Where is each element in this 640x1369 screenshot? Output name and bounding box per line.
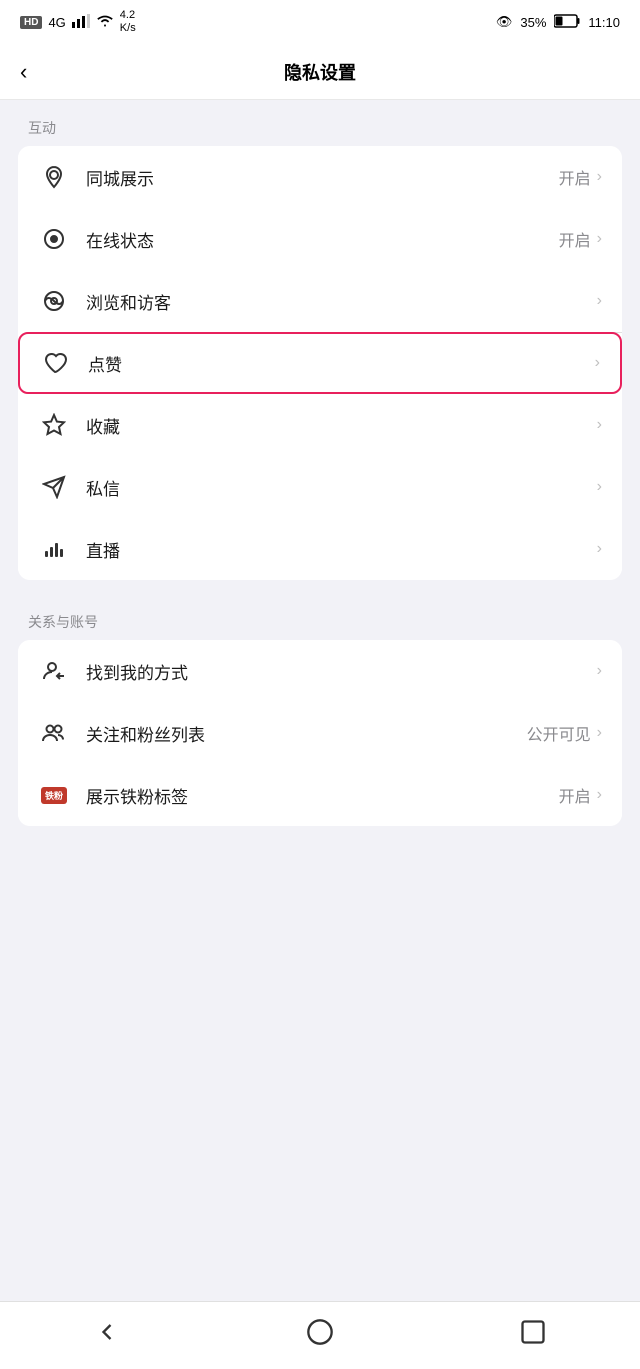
section-label-account: 关系与账号	[0, 594, 640, 640]
tiefan-chevron: ›	[597, 786, 602, 804]
menu-item-findme[interactable]: 找到我的方式 ›	[18, 640, 622, 702]
bottom-nav	[0, 1301, 640, 1369]
time: 11:10	[588, 15, 620, 30]
star-icon	[38, 409, 70, 441]
online-label: 在线状态	[86, 227, 559, 252]
follow-icon	[38, 717, 70, 749]
browse-chevron: ›	[597, 292, 602, 310]
browse-icon	[38, 285, 70, 317]
online-chevron: ›	[597, 230, 602, 248]
network-speed: 4.2K/s	[120, 9, 136, 35]
online-icon	[38, 223, 70, 255]
menu-item-browse[interactable]: 浏览和访客 ›	[18, 270, 622, 332]
tiefan-badge: 铁粉	[41, 787, 67, 804]
battery-icon	[554, 14, 580, 31]
follow-chevron: ›	[597, 724, 602, 742]
live-chevron: ›	[597, 540, 602, 558]
browse-label: 浏览和访客	[86, 289, 591, 314]
menu-item-online[interactable]: 在线状态 开启 ›	[18, 208, 622, 270]
header: ‹ 隐私设置	[0, 44, 640, 100]
follow-value: 公开可见	[527, 721, 591, 745]
wifi-icon	[96, 14, 114, 31]
message-chevron: ›	[597, 478, 602, 496]
collect-chevron: ›	[597, 416, 602, 434]
menu-item-message[interactable]: 私信 ›	[18, 456, 622, 518]
collect-label: 收藏	[86, 413, 591, 438]
status-right: 👁 35% 11:10	[496, 14, 620, 31]
tiefan-icon: 铁粉	[38, 779, 70, 811]
account-group: 找到我的方式 › 关注和粉丝列表 公开可见 › 铁粉 展示铁粉标签 开启 ›	[18, 640, 622, 826]
nav-back-button[interactable]	[82, 1307, 132, 1357]
tiefan-value: 开启	[559, 783, 591, 807]
bars-icon	[72, 14, 90, 31]
page-title: 隐私设置	[284, 59, 356, 85]
status-bar: HD 4G 4.2K/s 👁 35% 11:10	[0, 0, 640, 44]
status-left: HD 4G 4.2K/s	[20, 9, 136, 35]
findme-icon	[38, 655, 70, 687]
location-icon	[38, 161, 70, 193]
like-label: 点赞	[88, 351, 589, 376]
online-value: 开启	[559, 227, 591, 251]
like-icon	[40, 347, 72, 379]
eye-icon: 👁	[496, 14, 513, 30]
findme-label: 找到我的方式	[86, 659, 591, 684]
message-label: 私信	[86, 475, 591, 500]
menu-item-follow[interactable]: 关注和粉丝列表 公开可见 ›	[18, 702, 622, 764]
hudong-group: 同城展示 开启 › 在线状态 开启 › 浏览和访客 ›	[18, 146, 622, 580]
menu-item-tongcheng[interactable]: 同城展示 开启 ›	[18, 146, 622, 208]
nav-home-button[interactable]	[295, 1307, 345, 1357]
signal-icon: 4G	[48, 15, 65, 30]
menu-item-tiefan[interactable]: 铁粉 展示铁粉标签 开启 ›	[18, 764, 622, 826]
tongcheng-chevron: ›	[597, 168, 602, 186]
menu-item-live[interactable]: 直播 ›	[18, 518, 622, 580]
findme-chevron: ›	[597, 662, 602, 680]
tongcheng-label: 同城展示	[86, 165, 559, 190]
battery-text: 35%	[520, 15, 546, 30]
like-chevron: ›	[595, 354, 600, 372]
content: 互动 同城展示 开启 › 在线状态 开启 › 浏览和访客	[0, 100, 640, 1301]
live-icon	[38, 533, 70, 565]
nav-recent-button[interactable]	[508, 1307, 558, 1357]
menu-item-like[interactable]: 点赞 ›	[18, 332, 622, 394]
menu-item-collect[interactable]: 收藏 ›	[18, 394, 622, 456]
message-icon	[38, 471, 70, 503]
section-label-hudong: 互动	[0, 100, 640, 146]
tongcheng-value: 开启	[559, 165, 591, 189]
tiefan-label: 展示铁粉标签	[86, 783, 559, 808]
hd-badge: HD	[20, 16, 42, 29]
follow-label: 关注和粉丝列表	[86, 721, 527, 746]
back-button[interactable]: ‹	[20, 61, 27, 83]
live-label: 直播	[86, 537, 591, 562]
